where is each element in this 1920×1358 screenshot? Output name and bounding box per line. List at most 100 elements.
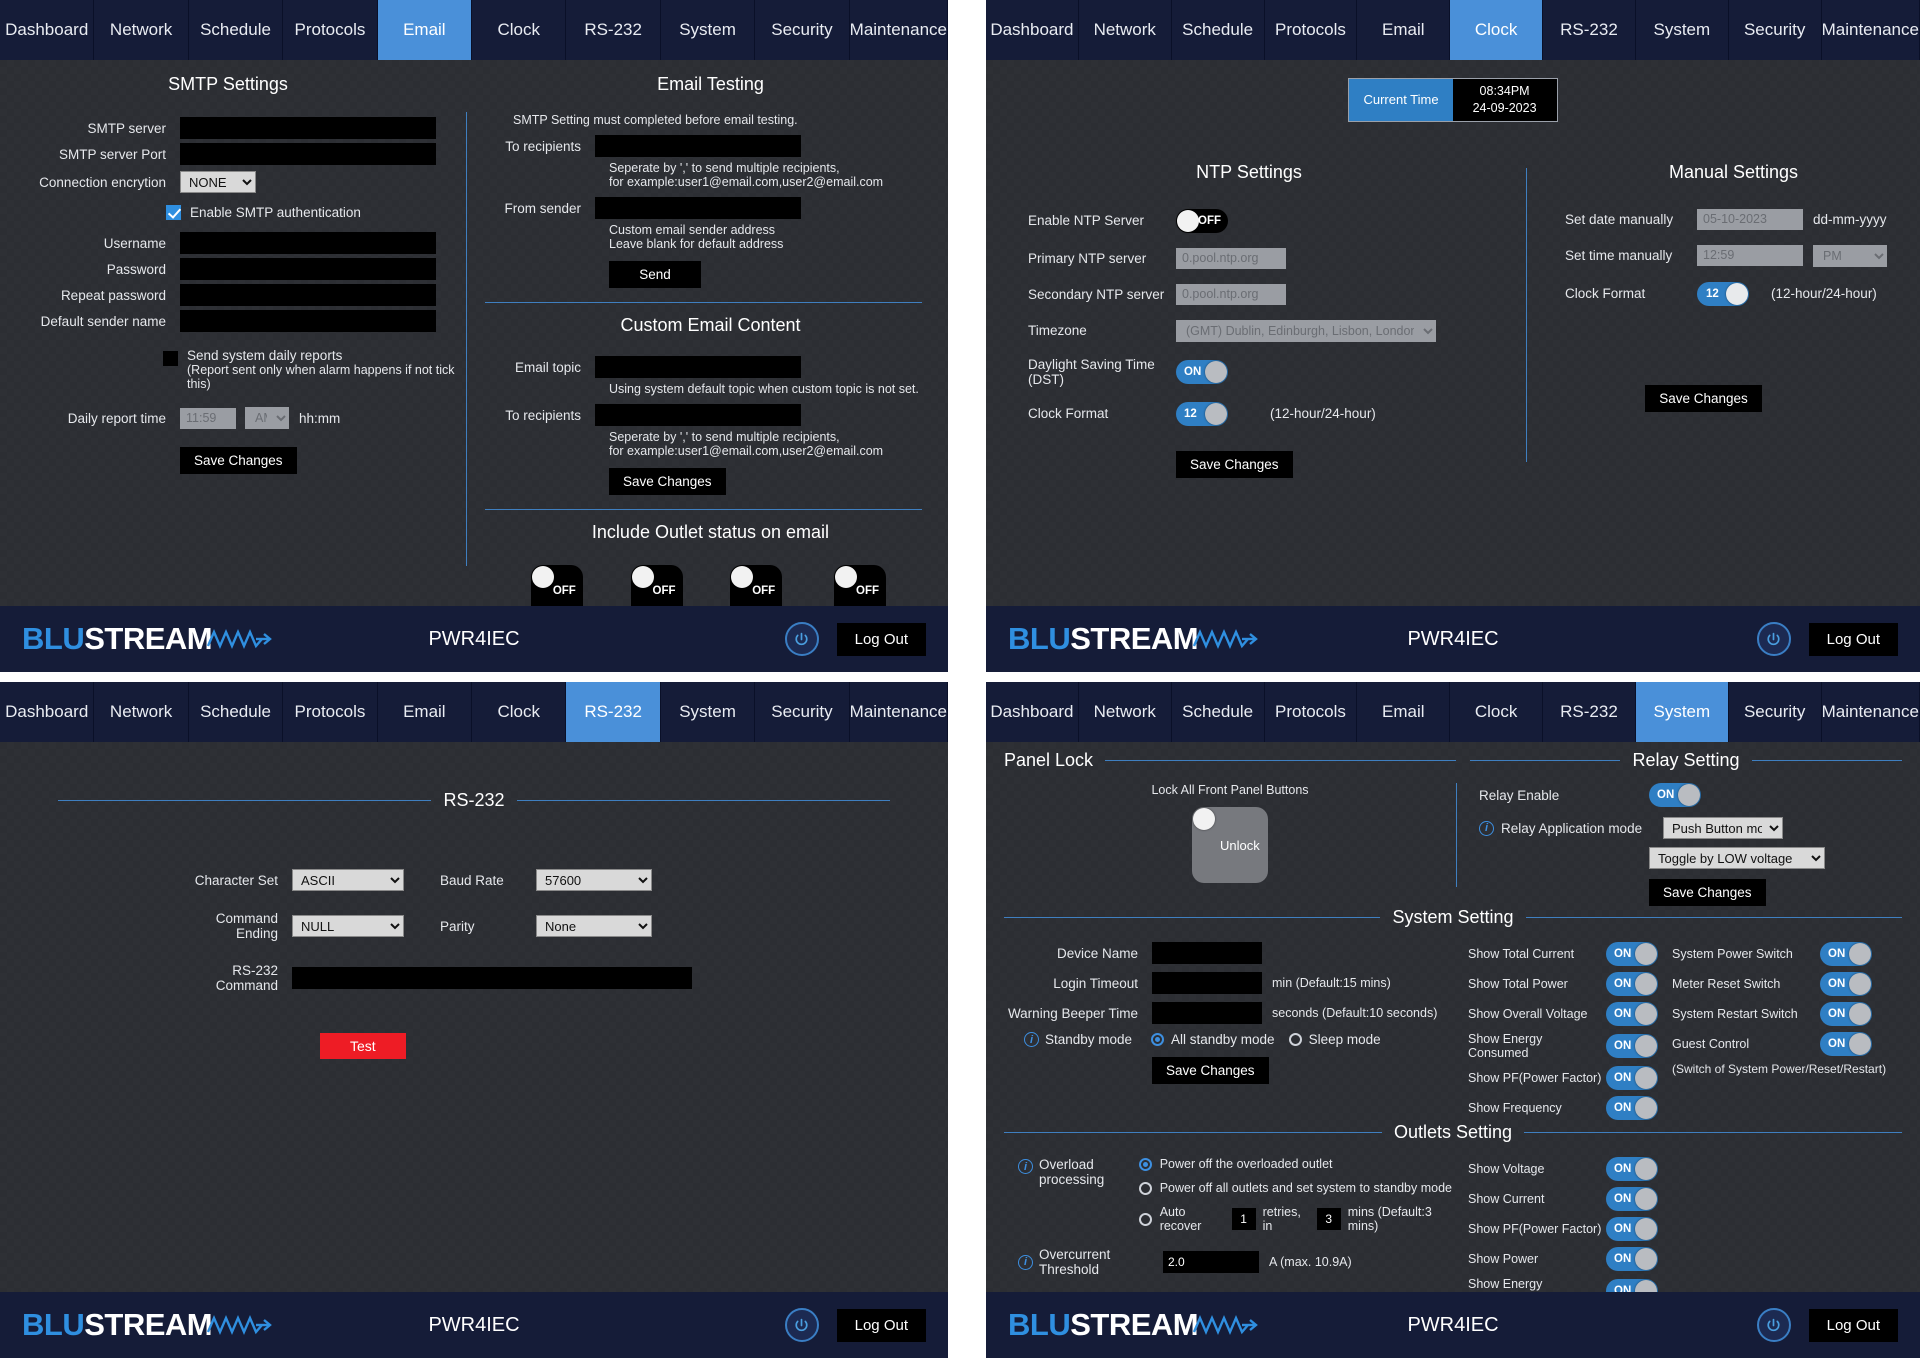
standby-sleep-radio[interactable] <box>1288 1033 1302 1046</box>
outlet-1-toggle[interactable]: OFF <box>530 565 583 606</box>
from-sender-input[interactable] <box>595 197 801 219</box>
repeat-password-input[interactable] <box>180 284 436 306</box>
tab-security[interactable]: Security <box>1728 682 1822 742</box>
relay-enable-toggle[interactable]: ON <box>1649 783 1701 807</box>
relay-save-changes-button[interactable]: Save Changes <box>1649 879 1766 906</box>
ntp-save-changes-button[interactable]: Save Changes <box>1176 450 1293 478</box>
tab-network[interactable]: Network <box>94 0 189 60</box>
tab-protocols[interactable]: Protocols <box>1264 682 1358 742</box>
tab-clock[interactable]: Clock <box>1450 682 1544 742</box>
warning-beeper-input[interactable] <box>1152 1002 1262 1024</box>
outlet-show-voltage-toggle[interactable]: ON <box>1606 1157 1658 1181</box>
baud-rate-select[interactable]: 57600 <box>536 869 652 891</box>
tab-security[interactable]: Security <box>1728 0 1822 60</box>
logout-button[interactable]: Log Out <box>836 1308 926 1342</box>
tab-rs232[interactable]: RS-232 <box>566 682 661 742</box>
tab-maintenance[interactable]: Maintenance <box>1821 682 1920 742</box>
tab-protocols[interactable]: Protocols <box>1264 0 1358 60</box>
smtp-port-input[interactable] <box>180 143 436 165</box>
relay-app-mode-select[interactable]: Push Button mode <box>1663 817 1783 839</box>
tab-dashboard[interactable]: Dashboard <box>986 682 1079 742</box>
tab-schedule[interactable]: Schedule <box>188 0 284 60</box>
logout-button[interactable]: Log Out <box>1808 1308 1898 1342</box>
tab-email[interactable]: Email <box>1357 682 1451 742</box>
connection-encryption-select[interactable]: NONE <box>180 171 256 193</box>
set-time-manually-input[interactable]: 12:59 <box>1697 245 1803 267</box>
sw41hdbt-toggle[interactable]: OFF <box>834 565 886 606</box>
show-overall-voltage-toggle[interactable]: ON <box>1606 1002 1658 1026</box>
relay-trigger-select[interactable]: Toggle by LOW voltage <box>1649 847 1825 869</box>
smtp-save-changes-button[interactable]: Save Changes <box>180 447 297 474</box>
tab-system[interactable]: System <box>1635 682 1729 742</box>
show-total-power-toggle[interactable]: ON <box>1606 972 1658 996</box>
smtp-server-input[interactable] <box>180 117 436 139</box>
logout-button[interactable]: Log Out <box>1808 622 1898 656</box>
timezone-select[interactable]: (GMT) Dublin, Edinburgh, Lisbon, London,… <box>1176 319 1436 342</box>
outlet-show-pf-toggle[interactable]: ON <box>1606 1217 1658 1241</box>
tab-rs232[interactable]: RS-232 <box>1543 682 1636 742</box>
ntp-clock-format-toggle[interactable]: 12 <box>1176 401 1228 426</box>
tab-maintenance[interactable]: Maintenance <box>849 682 948 742</box>
tab-email[interactable]: Email <box>377 682 473 742</box>
password-input[interactable] <box>180 258 436 280</box>
overcurrent-threshold-info-icon[interactable]: i <box>1018 1254 1033 1270</box>
outlet-show-power-toggle[interactable]: ON <box>1606 1247 1658 1271</box>
enable-ntp-server-toggle[interactable]: OFF <box>1176 208 1228 233</box>
tab-dashboard[interactable]: Dashboard <box>0 0 95 60</box>
tab-network[interactable]: Network <box>1078 0 1172 60</box>
panel-lock-toggle[interactable]: Unlock <box>1192 807 1268 883</box>
send-test-email-button[interactable]: Send <box>609 261 701 288</box>
standby-all-radio[interactable] <box>1151 1033 1164 1046</box>
system-setting-save-button[interactable]: Save Changes <box>1152 1057 1269 1084</box>
email-topic-input[interactable] <box>595 356 801 378</box>
tab-system[interactable]: System <box>660 0 756 60</box>
device-name-input[interactable] <box>1152 942 1262 964</box>
system-power-switch-toggle[interactable]: ON <box>1820 942 1872 966</box>
parity-select[interactable]: None <box>536 915 652 937</box>
power-icon[interactable] <box>1756 1308 1791 1342</box>
overload-option-2-radio[interactable] <box>1138 1181 1152 1195</box>
set-date-manually-input[interactable]: 05-10-2023 <box>1697 208 1803 230</box>
tab-clock[interactable]: Clock <box>472 0 567 60</box>
custom-save-changes-button[interactable]: Save Changes <box>609 468 726 495</box>
command-ending-select[interactable]: NULL <box>292 915 404 937</box>
username-input[interactable] <box>180 232 436 254</box>
relay-app-mode-info-icon[interactable]: i <box>1479 820 1494 836</box>
tab-schedule[interactable]: Schedule <box>188 682 284 742</box>
tab-network[interactable]: Network <box>1078 682 1172 742</box>
system-restart-switch-toggle[interactable]: ON <box>1820 1002 1872 1026</box>
standby-mode-info-icon[interactable]: i <box>1024 1032 1039 1047</box>
show-total-current-toggle[interactable]: ON <box>1606 942 1658 966</box>
tab-protocols[interactable]: Protocols <box>283 0 378 60</box>
tab-email[interactable]: Email <box>377 0 473 60</box>
outlet-3-toggle[interactable]: OFF <box>730 565 783 606</box>
tab-security[interactable]: Security <box>755 682 850 742</box>
send-daily-reports-checkbox[interactable] <box>163 351 178 366</box>
overload-option-3-radio[interactable] <box>1138 1212 1152 1226</box>
primary-ntp-server-input[interactable]: 0.pool.ntp.org <box>1176 247 1286 269</box>
overload-processing-info-icon[interactable]: i <box>1018 1159 1033 1174</box>
tab-clock[interactable]: Clock <box>472 682 567 742</box>
tab-maintenance[interactable]: Maintenance <box>1821 0 1920 60</box>
auto-recover-retries-input[interactable] <box>1231 1208 1256 1230</box>
tab-security[interactable]: Security <box>755 0 850 60</box>
manual-clock-format-toggle[interactable]: 12 <box>1697 281 1749 306</box>
secondary-ntp-server-input[interactable]: 0.pool.ntp.org <box>1176 283 1286 305</box>
tab-rs232[interactable]: RS-232 <box>566 0 661 60</box>
tab-clock[interactable]: Clock <box>1450 0 1544 60</box>
tab-schedule[interactable]: Schedule <box>1171 0 1265 60</box>
meter-reset-switch-toggle[interactable]: ON <box>1820 972 1872 996</box>
set-time-ampm-select[interactable]: PM <box>1813 244 1887 267</box>
custom-to-recipients-input[interactable] <box>595 404 801 426</box>
auto-recover-mins-input[interactable] <box>1316 1208 1341 1230</box>
test-to-recipients-input[interactable] <box>595 135 801 157</box>
tab-protocols[interactable]: Protocols <box>283 682 378 742</box>
rs232-test-button[interactable]: Test <box>320 1033 406 1059</box>
daily-report-ampm-select[interactable]: AM <box>245 407 289 429</box>
daily-report-time-input[interactable]: 11:59 <box>180 407 236 429</box>
character-set-select[interactable]: ASCII <box>292 869 404 891</box>
power-icon[interactable] <box>784 1308 819 1342</box>
guest-control-toggle[interactable]: ON <box>1820 1032 1872 1056</box>
power-icon[interactable] <box>784 622 819 656</box>
overload-option-1-radio[interactable] <box>1138 1157 1152 1171</box>
